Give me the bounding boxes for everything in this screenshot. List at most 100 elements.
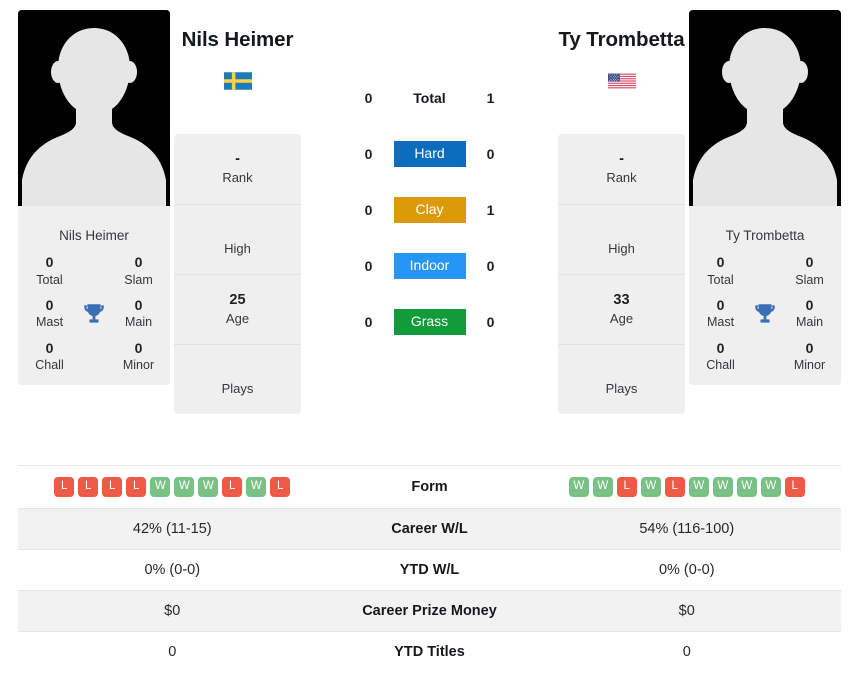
h2h-label-grass[interactable]: Grass <box>393 309 466 335</box>
h2h-label-clay[interactable]: Clay <box>393 197 466 223</box>
h2h-label-hard[interactable]: Hard <box>393 141 466 167</box>
form-badge-w[interactable]: W <box>246 477 267 497</box>
player-photo-right <box>689 10 841 216</box>
info-high-label-left: High <box>224 240 251 256</box>
titles-slam-left: 0 Slam <box>117 254 160 288</box>
h2h-left-value-indoor: 0 <box>364 258 373 274</box>
titles-chall-label-right: Chall <box>706 358 735 373</box>
titles-mast-right: 0 Mast <box>699 297 742 331</box>
avatar-silhouette-icon <box>689 10 841 216</box>
form-badge-l[interactable]: L <box>126 477 147 497</box>
form-badge-w[interactable]: W <box>712 477 733 497</box>
table-row-ytd-titles: 0 YTD Titles 0 <box>18 631 841 672</box>
form-badge-l[interactable]: L <box>54 477 75 497</box>
titles-minor-value-right: 0 <box>805 339 814 356</box>
info-plays-label-right: Plays <box>605 380 638 396</box>
titles-chall-value-left: 0 <box>45 339 54 356</box>
titles-total-label-left: Total <box>36 272 63 287</box>
trophy-icon-svg <box>84 304 104 323</box>
player-card-name-right: Ty Trombetta <box>725 228 805 243</box>
trophy-icon <box>71 301 117 327</box>
titles-main-value-left: 0 <box>134 296 143 313</box>
flag-sweden-svg <box>223 72 252 90</box>
titles-mast-value-left: 0 <box>45 296 54 313</box>
h2h-row-hard: 0 Hard 0 <box>344 126 516 182</box>
info-high-left: High <box>174 203 301 274</box>
titles-main-label-left: Main <box>124 315 153 330</box>
table-label-career-prize-money: Career Prize Money <box>362 603 497 619</box>
h2h-left-value-grass: 0 <box>364 314 373 330</box>
info-plays-left: Plays <box>174 343 301 414</box>
h2h-right-value-clay: 1 <box>486 202 495 218</box>
h2h-right-value-grass: 0 <box>486 314 495 330</box>
titles-total-left: 0 Total <box>28 254 71 288</box>
comparison-header: Nils Heimer 0 Total 0 Slam 0 Mast 0 Main… <box>0 0 859 465</box>
titles-main-label-right: Main <box>795 315 824 330</box>
table-row-career-prize-money: $0 Career Prize Money $0 <box>18 590 841 631</box>
h2h-row-total: 0 Total 1 <box>344 70 516 126</box>
info-rank-value-left: - <box>235 151 240 167</box>
form-badge-w[interactable]: W <box>688 477 709 497</box>
table-right-ytd-titles: 0 <box>682 644 691 660</box>
titles-slam-label-left: Slam <box>124 272 153 287</box>
h2h-left-value-hard: 0 <box>364 146 373 162</box>
info-box-left: - Rank High 25 Age Plays <box>174 133 301 414</box>
table-right-career-w-l: 54% (116-100) <box>639 521 735 537</box>
table-label-ytd-titles: YTD Titles <box>394 644 465 660</box>
titles-mast-value-right: 0 <box>716 296 725 313</box>
flag-usa-svg <box>607 73 636 89</box>
h2h-row-clay: 0 Clay 1 <box>344 182 516 238</box>
form-badge-l[interactable]: L <box>616 477 637 497</box>
form-badge-l[interactable]: L <box>102 477 123 497</box>
form-badge-w[interactable]: W <box>736 477 757 497</box>
form-badge-l[interactable]: L <box>78 477 99 497</box>
h2h-row-grass: 0 Grass 0 <box>344 294 516 350</box>
table-right-ytd-w-l: 0% (0-0) <box>658 562 715 578</box>
player-titles-card-right: Ty Trombetta 0 Total 0 Slam 0 Mast 0 Mai… <box>689 216 841 386</box>
titles-main-left: 0 Main <box>117 297 160 331</box>
h2h-right-value-total: 1 <box>486 90 495 106</box>
form-badge-w[interactable]: W <box>592 477 613 497</box>
player-name-right: Ty Trombetta <box>558 28 685 51</box>
info-age-label-right: Age <box>609 310 634 326</box>
titles-minor-label-left: Minor <box>122 358 155 373</box>
player-card-left[interactable]: Nils Heimer 0 Total 0 Slam 0 Mast 0 Main… <box>18 10 170 386</box>
table-left-career-w-l: 42% (11-15) <box>132 521 212 537</box>
form-badge-w[interactable]: W <box>150 477 171 497</box>
form-badge-w[interactable]: W <box>640 477 661 497</box>
form-badge-w[interactable]: W <box>568 477 589 497</box>
titles-total-value-right: 0 <box>716 254 725 271</box>
titles-chall-right: 0 Chall <box>699 340 742 374</box>
trophy-icon-svg <box>755 304 775 323</box>
titles-grid-left: 0 Total 0 Slam 0 Mast 0 Main 0 Chall 0 M… <box>18 254 170 373</box>
player-info-left: Nils Heimer - Rank High 25 Age Plays <box>174 10 301 414</box>
flag-sweden-icon <box>174 53 301 95</box>
titles-slam-right: 0 Slam <box>788 254 831 288</box>
form-badge-l[interactable]: L <box>664 477 685 497</box>
stats-comparison-table: L L L L W W W L W L Form W W L W L W W W W L 42% (11-15) Caree… <box>0 465 859 672</box>
table-row-career-w-l: 42% (11-15) Career W/L 54% (116-100) <box>18 508 841 549</box>
form-badge-l[interactable]: L <box>270 477 291 497</box>
player-card-right[interactable]: Ty Trombetta 0 Total 0 Slam 0 Mast 0 Mai… <box>689 10 841 386</box>
info-rank-value-right: - <box>619 151 624 167</box>
table-row-form: L L L L W W W L W L Form W W L W L W W W W L <box>18 465 841 508</box>
form-badge-w[interactable]: W <box>174 477 195 497</box>
form-strip-left: LLLLWWWLWL <box>18 477 327 497</box>
table-label-career-w-l: Career W/L <box>391 521 468 537</box>
table-row-ytd-w-l: 0% (0-0) YTD W/L 0% (0-0) <box>18 549 841 590</box>
form-badge-w[interactable]: W <box>760 477 781 497</box>
form-badge-l[interactable]: L <box>222 477 243 497</box>
titles-total-right: 0 Total <box>699 254 742 288</box>
head-to-head-column: 0 Total 1 0 Hard 0 0 Clay 1 0 Indoor 0 0 Grass 0 <box>305 10 554 350</box>
flag-usa-icon <box>558 53 685 95</box>
h2h-label-indoor[interactable]: Indoor <box>393 253 466 279</box>
form-badge-w[interactable]: W <box>198 477 219 497</box>
info-age-left: 25 Age <box>174 273 301 344</box>
form-badge-l[interactable]: L <box>784 477 805 497</box>
titles-chall-left: 0 Chall <box>28 340 71 374</box>
titles-total-value-left: 0 <box>45 254 54 271</box>
h2h-row-indoor: 0 Indoor 0 <box>344 238 516 294</box>
player-card-name-left: Nils Heimer <box>59 228 129 243</box>
info-high-label-right: High <box>608 240 635 256</box>
titles-main-value-right: 0 <box>805 296 814 313</box>
